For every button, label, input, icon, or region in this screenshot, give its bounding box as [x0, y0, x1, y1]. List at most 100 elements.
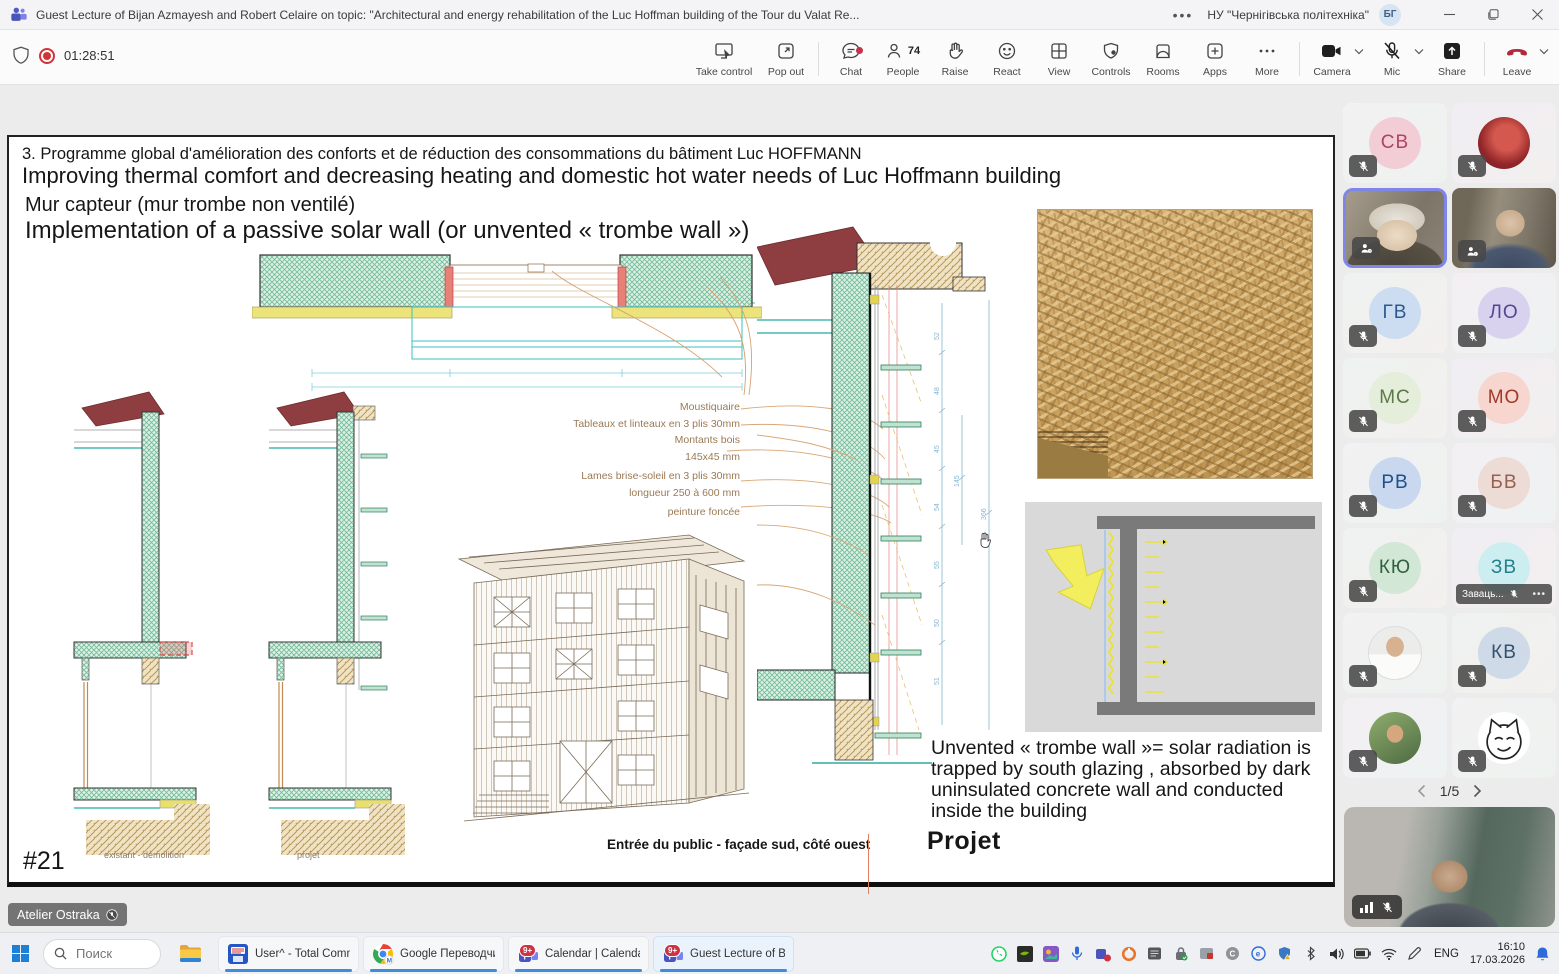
participant-tile[interactable]: СВ	[1343, 103, 1447, 183]
svg-text:51: 51	[934, 677, 941, 685]
camera-button[interactable]: Camera	[1306, 34, 1358, 78]
clock-date: 17.03.2026	[1470, 954, 1525, 967]
close-button[interactable]	[1515, 0, 1559, 30]
more-button[interactable]: More	[1241, 34, 1293, 78]
react-icon	[997, 40, 1017, 62]
participant-tile[interactable]	[1343, 698, 1447, 778]
presenter-badge-icon: !	[1458, 240, 1486, 262]
taskbar-clock[interactable]: 16:10 17.03.2026	[1470, 941, 1525, 967]
taskbar-app-teams-meeting[interactable]: T 9+ Guest Lecture of Bija...	[653, 936, 794, 972]
c-circle-tray-icon[interactable]: C	[1224, 945, 1241, 962]
chat-notification-dot	[856, 47, 863, 54]
participant-tile[interactable]: РВ	[1343, 443, 1447, 523]
mic-muted-icon	[1381, 40, 1403, 62]
notes-tray-icon[interactable]	[1146, 945, 1163, 962]
notifications-bell-icon[interactable]	[1534, 945, 1551, 962]
mic-muted-icon	[1458, 750, 1486, 772]
participant-tile[interactable]	[1343, 613, 1447, 693]
svg-text:50: 50	[934, 619, 941, 627]
photos-tray-icon[interactable]	[1042, 945, 1059, 962]
sync-tray-icon[interactable]	[1198, 945, 1215, 962]
pager-next-icon[interactable]	[1473, 784, 1482, 798]
participant-tile[interactable]: БВ	[1452, 443, 1556, 523]
window-title: Guest Lecture of Bijan Azmayesh and Robe…	[36, 8, 859, 22]
participants-pager: 1/5	[1340, 783, 1559, 799]
orange-ring-tray-icon[interactable]	[1120, 945, 1137, 962]
take-control-button[interactable]: Take control	[688, 34, 760, 78]
pop-out-button[interactable]: Pop out	[760, 34, 812, 78]
caption-entree: Entrée du public - façade sud, côté oues…	[607, 837, 870, 852]
mic-muted-icon	[1458, 665, 1486, 687]
participant-video-tile[interactable]: !	[1452, 188, 1556, 268]
rooms-button[interactable]: Rooms	[1137, 34, 1189, 78]
pen-tray-icon[interactable]	[1406, 945, 1423, 962]
mic-muted-icon	[1349, 155, 1377, 177]
volume-tray-icon[interactable]	[1328, 945, 1345, 962]
plan-drawing	[252, 237, 762, 397]
file-explorer-icon[interactable]	[179, 944, 202, 963]
teams-tray-icon[interactable]	[1094, 945, 1111, 962]
controls-button[interactable]: Controls	[1085, 34, 1137, 78]
participant-tile[interactable]	[1452, 103, 1556, 183]
share-button[interactable]: Share	[1426, 34, 1478, 78]
total-commander-icon	[227, 943, 249, 965]
mic-tray-icon[interactable]	[1068, 945, 1085, 962]
taskbar-app-total-commander[interactable]: User^ - Total Comm...	[218, 936, 359, 972]
tile-more-icon[interactable]: •••	[1532, 589, 1546, 600]
participant-tile[interactable]	[1452, 698, 1556, 778]
taskbar-app-teams-calendar[interactable]: T 9+ Calendar | Calendar | ...	[508, 936, 649, 972]
windows-start-icon[interactable]	[12, 945, 29, 962]
featured-participant-video[interactable]	[1344, 807, 1555, 927]
bluetooth-tray-icon[interactable]	[1302, 945, 1319, 962]
people-button[interactable]: 74 People	[877, 34, 929, 78]
slide-number: #21	[23, 847, 65, 876]
apps-icon	[1205, 40, 1225, 62]
participant-video-tile-active-speaker[interactable]: ?	[1343, 188, 1447, 268]
mic-button[interactable]: Mic	[1366, 34, 1418, 78]
search-input[interactable]	[74, 945, 148, 962]
wifi-tray-icon[interactable]	[1380, 945, 1397, 962]
participant-tile[interactable]: МО	[1452, 358, 1556, 438]
minimize-button[interactable]	[1427, 0, 1471, 30]
teams-app-icon	[10, 6, 28, 24]
caption-existant: existant - démolition	[104, 850, 184, 860]
apps-button[interactable]: Apps	[1189, 34, 1241, 78]
leave-button[interactable]: Leave	[1491, 34, 1543, 78]
security-warning-tray-icon[interactable]	[1276, 945, 1293, 962]
taskbar-app-chrome-translate[interactable]: M Google Переводчик...	[363, 936, 504, 972]
mic-options-chevron-icon[interactable]	[1414, 48, 1424, 55]
maximize-button[interactable]	[1471, 0, 1515, 30]
svg-text:e: e	[1256, 950, 1261, 959]
pager-prev-icon[interactable]	[1417, 784, 1426, 798]
chat-button[interactable]: Chat	[825, 34, 877, 78]
participant-tile[interactable]: МС	[1343, 358, 1447, 438]
battery-tray-icon[interactable]	[1354, 945, 1371, 962]
rooms-icon	[1153, 40, 1173, 62]
language-indicator[interactable]: ENG	[1434, 948, 1459, 960]
view-button[interactable]: View	[1033, 34, 1085, 78]
edge-sync-tray-icon[interactable]: e	[1250, 945, 1267, 962]
nvidia-tray-icon[interactable]	[1016, 945, 1033, 962]
participant-tile[interactable]: ЗВ Заваць... •••	[1452, 528, 1556, 608]
taskbar-search[interactable]	[43, 939, 161, 969]
participant-tile[interactable]: КВ	[1452, 613, 1556, 693]
presenter-badge-icon: ?	[1352, 237, 1380, 259]
account-avatar[interactable]: БГ	[1379, 4, 1401, 26]
leave-options-chevron-icon[interactable]	[1539, 48, 1549, 55]
slide-title-fr: 3. Programme global d'amélioration des c…	[22, 145, 862, 164]
svg-text:45: 45	[934, 445, 941, 453]
lock-tray-icon[interactable]	[1172, 945, 1189, 962]
whatsapp-tray-icon[interactable]	[990, 945, 1007, 962]
search-icon	[54, 947, 67, 960]
participant-tile[interactable]: ЛО	[1452, 273, 1556, 353]
react-button[interactable]: React	[981, 34, 1033, 78]
svg-text:366: 366	[981, 508, 988, 520]
camera-options-chevron-icon[interactable]	[1354, 48, 1364, 55]
titlebar-more-icon[interactable]: •••	[1173, 7, 1194, 23]
svg-text:145: 145	[954, 475, 961, 487]
presenter-name-pill[interactable]: Atelier Ostraka	[8, 903, 127, 926]
participant-tile[interactable]: ГВ	[1343, 273, 1447, 353]
presenter-muted-icon	[106, 909, 118, 921]
raise-hand-button[interactable]: Raise	[929, 34, 981, 78]
participant-tile[interactable]: КЮ	[1343, 528, 1447, 608]
